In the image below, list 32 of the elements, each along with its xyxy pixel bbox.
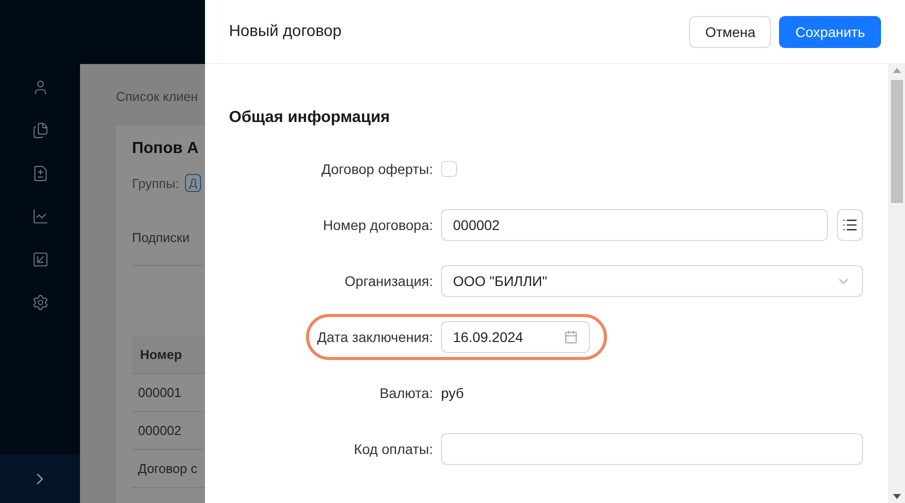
checkbox[interactable]: [441, 161, 457, 177]
date-field[interactable]: 16.09.2024: [441, 321, 590, 353]
scrollbar[interactable]: [888, 64, 905, 503]
field-label: Код оплаты:: [352, 441, 433, 457]
field-label: Валюта:: [378, 385, 433, 401]
drawer-title: Новый договор: [229, 22, 342, 40]
client-heading: Попов А: [132, 140, 200, 158]
field-label: Номер договора:: [322, 217, 433, 233]
section-title: Общая информация: [229, 109, 391, 127]
scrollbar-thumb[interactable]: [890, 80, 902, 203]
field-label: Дата заключения:: [316, 329, 433, 345]
documents-icon[interactable]: [32, 122, 48, 139]
input-field[interactable]: [441, 433, 863, 465]
save-button[interactable]: Сохранить: [779, 16, 881, 48]
calendar-icon: [564, 330, 578, 344]
field-label: Договор оферты:: [320, 161, 433, 177]
chart-icon[interactable]: [32, 208, 48, 225]
select-field[interactable]: ООО "БИЛЛИ": [441, 265, 863, 297]
scroll-up-icon[interactable]: [892, 68, 900, 73]
table-header: Номер: [132, 336, 205, 374]
field-label: Организация:: [344, 273, 433, 289]
scroll-down-icon[interactable]: [892, 494, 900, 499]
group-tag: Д: [184, 174, 202, 192]
input-field[interactable]: 000002: [441, 209, 828, 241]
cancel-button[interactable]: Отмена: [689, 16, 772, 48]
arrow-in-box-icon[interactable]: [32, 251, 48, 268]
field-value: руб: [441, 385, 465, 401]
groups-label: Группы:: [132, 176, 179, 190]
list-button[interactable]: [837, 209, 863, 241]
settings-icon[interactable]: [32, 294, 48, 311]
document-icon[interactable]: [32, 165, 48, 182]
list-icon: [842, 217, 858, 233]
